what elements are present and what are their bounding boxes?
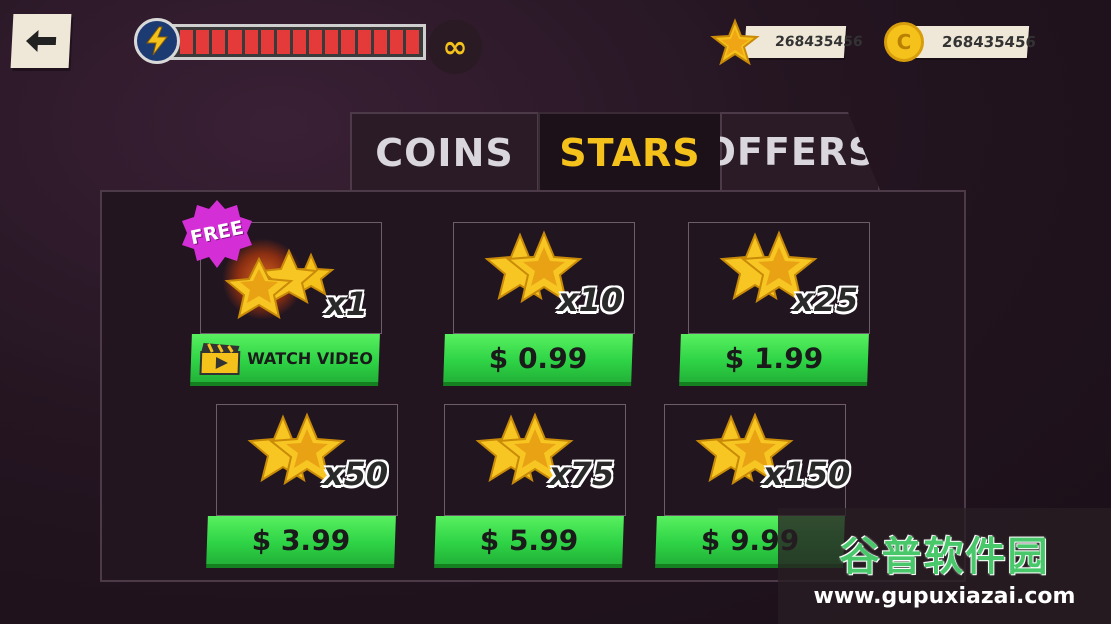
energy-segment — [357, 30, 371, 54]
energy-segment — [196, 30, 210, 54]
watermark-title: 谷普软件园 — [839, 533, 1050, 580]
energy-segment — [389, 30, 403, 54]
offer-multiplier: x25 — [793, 281, 859, 319]
offer-multiplier: x1 — [325, 285, 368, 323]
stars-balance-value: 268435456 — [774, 34, 864, 50]
buy-button[interactable]: $ 0.99 — [443, 334, 633, 386]
tab-stars-label: STARS — [559, 131, 701, 175]
coins-balance: 268435456 — [910, 26, 1037, 58]
energy-segment — [341, 30, 355, 54]
offer-multiplier: x150 — [763, 455, 851, 493]
buy-button[interactable]: $ 5.99 — [434, 516, 624, 568]
watch-video-label: WATCH VIDEO — [246, 348, 374, 368]
price-label: $ 0.99 — [488, 341, 588, 375]
energy-segment — [244, 30, 258, 54]
tab-coins-label: COINS — [375, 131, 514, 175]
energy-segment — [228, 30, 242, 54]
back-button[interactable] — [10, 14, 72, 68]
offer-multiplier: x10 — [558, 281, 624, 319]
watermark: 谷普软件园 www.gupuxiazai.com — [778, 508, 1111, 624]
energy-segment — [260, 30, 274, 54]
offer-multiplier: x75 — [549, 455, 615, 493]
buy-button[interactable]: $ 1.99 — [679, 334, 869, 386]
clapperboard-icon — [199, 343, 241, 375]
energy-segment — [373, 30, 387, 54]
star-icon — [710, 18, 760, 66]
offer-card: x50 — [216, 404, 398, 516]
watch-video-button[interactable]: WATCH VIDEO — [190, 334, 380, 386]
tab-offers-label: OFFERS — [703, 130, 877, 174]
energy-bar — [168, 24, 426, 60]
energy-segment — [405, 30, 420, 54]
tab-offers[interactable]: OFFERS — [720, 112, 880, 190]
offer-card: x150 — [664, 404, 850, 516]
arrow-left-icon — [26, 30, 57, 52]
watermark-url: www.gupuxiazai.com — [813, 583, 1076, 609]
energy-segment — [276, 30, 290, 54]
price-label: $ 1.99 — [724, 341, 824, 375]
coin-icon: C — [884, 22, 924, 62]
free-badge: FREE — [180, 198, 254, 272]
tab-stars[interactable]: STARS — [538, 112, 722, 192]
energy-segment — [309, 30, 323, 54]
energy-segment — [292, 30, 307, 54]
lightning-icon — [134, 18, 180, 64]
offer-card: x25 — [688, 222, 870, 334]
energy-segment — [212, 30, 226, 54]
tab-coins[interactable]: COINS — [350, 112, 539, 192]
buy-button[interactable]: $ 3.99 — [206, 516, 396, 568]
offer-card: x10 — [453, 222, 635, 334]
offer-card: x75 — [444, 404, 626, 516]
coin-symbol: C — [896, 30, 912, 54]
energy-segment — [180, 30, 194, 54]
coins-balance-value: 268435456 — [941, 33, 1037, 51]
offer-multiplier: x50 — [323, 455, 389, 493]
energy-fill — [180, 30, 420, 54]
energy-segment — [325, 30, 339, 54]
price-label: $ 5.99 — [479, 523, 579, 557]
price-label: $ 3.99 — [251, 523, 351, 557]
infinity-badge: ∞ — [428, 20, 482, 74]
